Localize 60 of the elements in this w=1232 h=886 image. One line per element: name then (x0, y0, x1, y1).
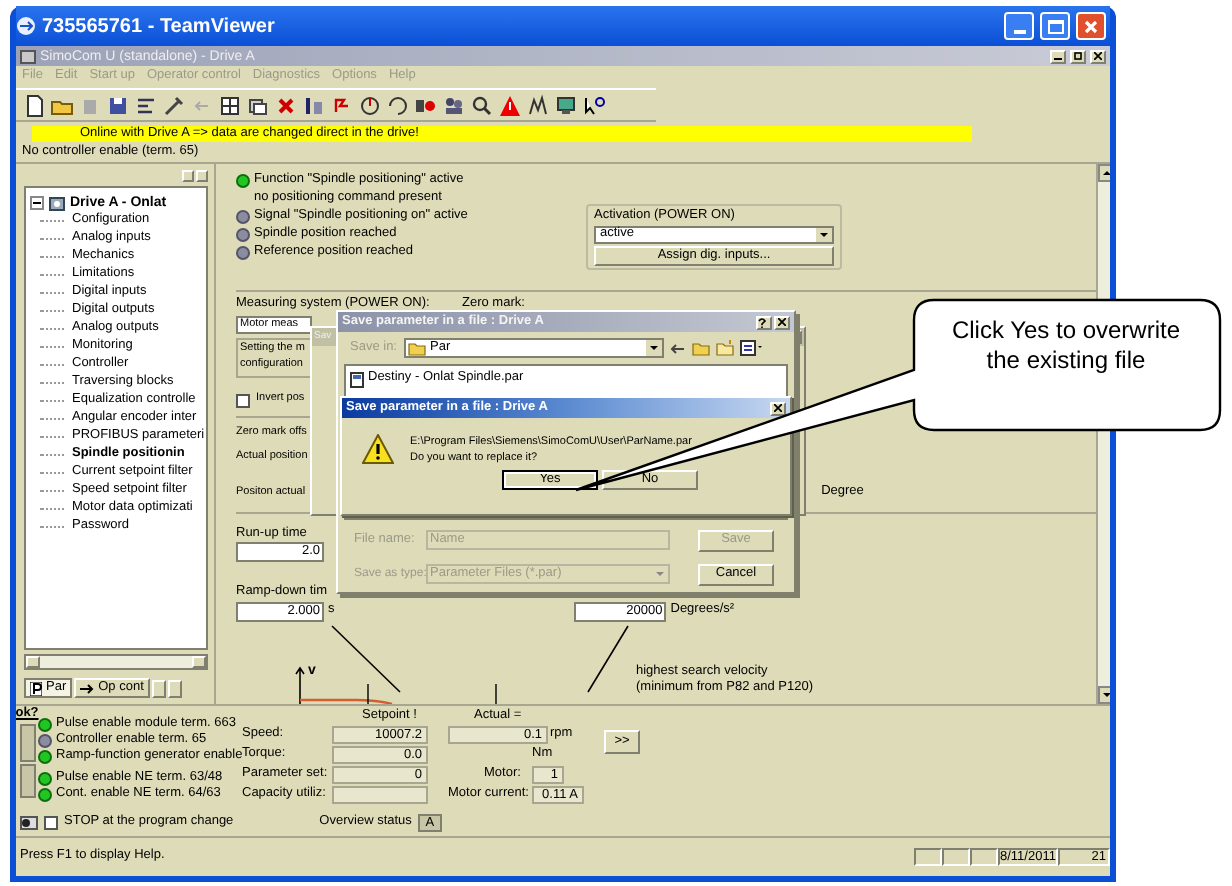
drive-icon (48, 194, 66, 212)
window-title: 735565761 - TeamViewer (42, 13, 277, 41)
restore-button[interactable] (1070, 49, 1086, 63)
diagram-icon[interactable] (134, 93, 158, 117)
warning-icon[interactable] (498, 93, 522, 117)
close-icon (1094, 52, 1102, 60)
folder-icon (408, 341, 426, 355)
dropdown-arrow-icon (816, 228, 832, 242)
cross-icon[interactable] (274, 93, 298, 117)
parameter-icon (30, 681, 42, 695)
maximize-button[interactable] (1040, 12, 1070, 40)
new-file-icon[interactable] (22, 93, 46, 117)
status-pane (970, 848, 998, 866)
close-button[interactable] (774, 315, 790, 329)
dropdown-arrow-icon (646, 340, 662, 356)
side-tab[interactable] (19, 764, 35, 798)
close-button[interactable] (1090, 49, 1106, 63)
app-logo-icon (16, 16, 36, 36)
scroll-right-button[interactable] (167, 679, 182, 697)
checkbox[interactable] (44, 815, 58, 829)
help-button[interactable] (756, 315, 772, 329)
minimize-button[interactable] (1050, 49, 1066, 63)
minimize-icon (1013, 30, 1025, 34)
grid-icon[interactable] (218, 93, 242, 117)
magnifier-icon[interactable] (470, 93, 494, 117)
file-icon (350, 371, 364, 387)
save-icon[interactable] (106, 93, 130, 117)
app-icon (20, 49, 36, 63)
stop-icon (20, 815, 38, 829)
back-arrow-icon[interactable] (670, 341, 686, 355)
close-icon (1084, 19, 1098, 33)
dropdown-arrow-icon (652, 566, 668, 582)
arrow-icon (80, 683, 95, 693)
monitor-icon[interactable] (554, 93, 578, 117)
warning-icon (362, 434, 394, 464)
run-icon[interactable] (358, 93, 382, 117)
close-button[interactable] (770, 401, 786, 415)
status-pane (914, 848, 942, 866)
callout-text: Click Yes to overwrite the existing file (949, 316, 1183, 376)
checkbox[interactable] (236, 393, 250, 407)
new-folder-icon[interactable] (716, 340, 734, 356)
scroll-left-button[interactable] (151, 679, 166, 697)
side-tab[interactable] (19, 724, 35, 762)
value-display (332, 785, 428, 803)
collapse-toggle[interactable] (30, 196, 44, 210)
horizontal-scrollbar[interactable] (24, 654, 208, 670)
close-icon (778, 318, 786, 326)
maximize-icon (1047, 19, 1063, 33)
layers-icon[interactable] (246, 93, 270, 117)
bars-icon[interactable] (302, 93, 326, 117)
tool-icon[interactable] (162, 93, 186, 117)
close-icon (774, 404, 782, 412)
question-icon (758, 317, 766, 327)
help-icon[interactable] (582, 93, 606, 117)
minimize-icon (1054, 52, 1062, 60)
status-pane (942, 848, 970, 866)
restore-icon (1074, 52, 1082, 60)
minus-icon (32, 198, 42, 208)
users-icon[interactable] (442, 93, 466, 117)
loop-icon[interactable] (386, 93, 410, 117)
